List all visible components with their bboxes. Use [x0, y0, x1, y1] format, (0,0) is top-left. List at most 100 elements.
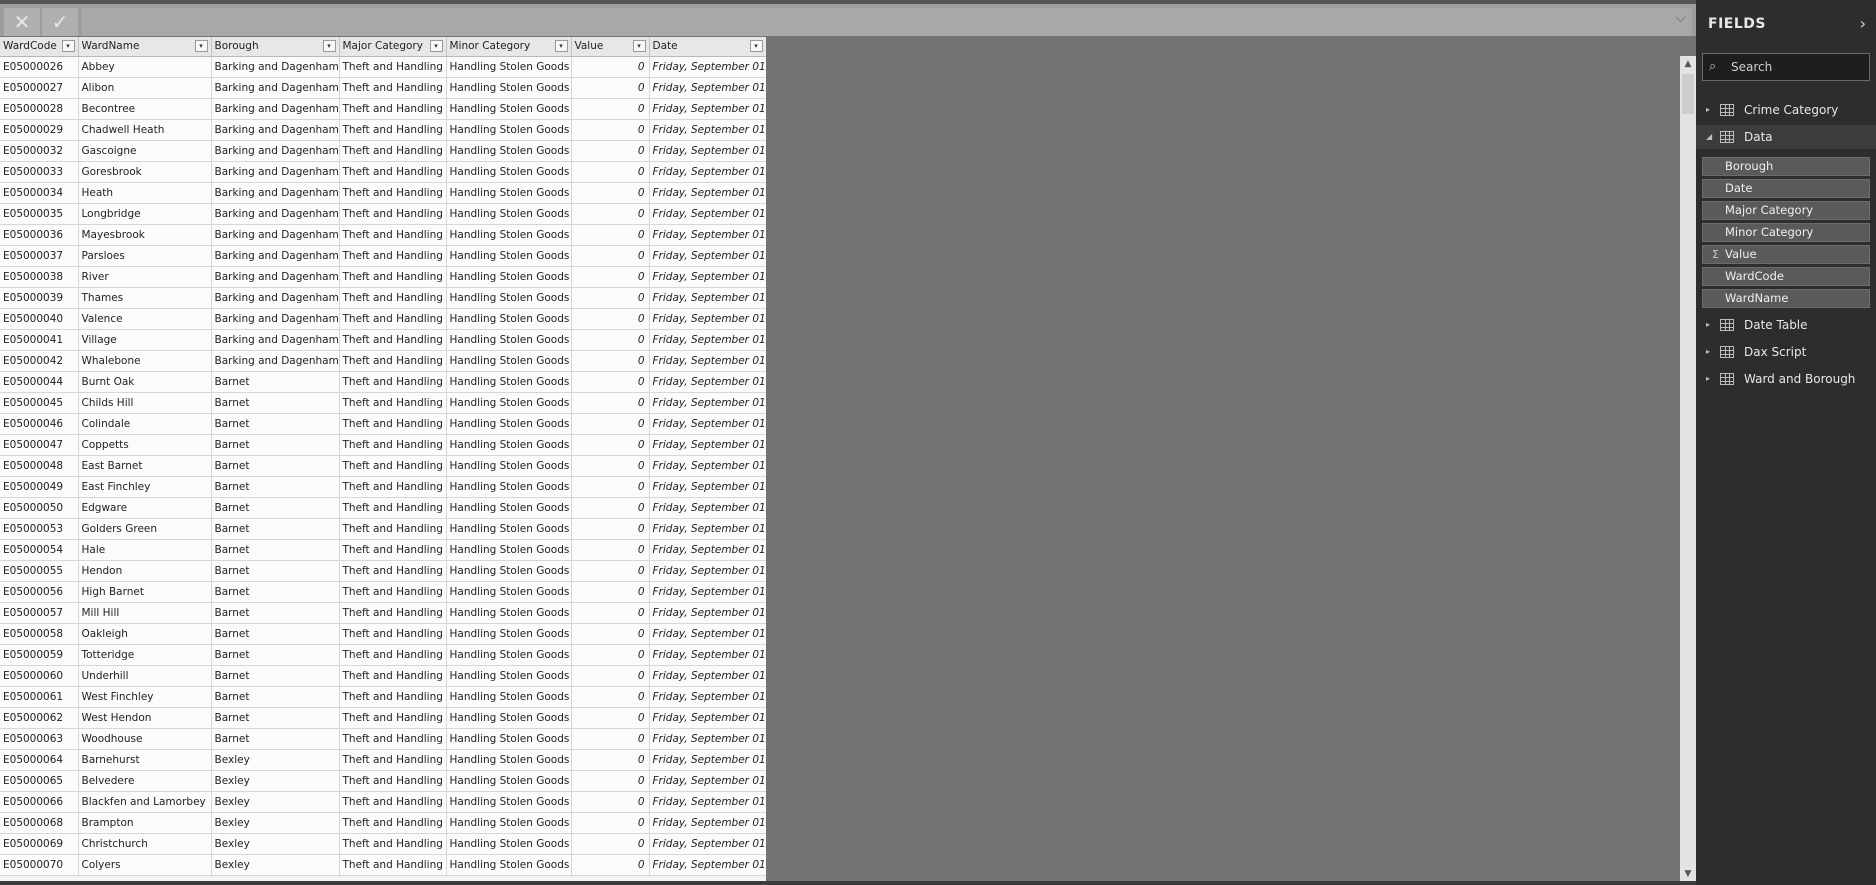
cell-major[interactable]: Theft and Handling — [339, 329, 447, 351]
cell-code[interactable]: E05000066 — [0, 791, 79, 813]
table-row[interactable]: E05000042 Whalebone Barking and Dagenham Th… — [0, 350, 766, 372]
cell-ward[interactable]: Golders Green — [78, 518, 212, 540]
cell-date[interactable]: Friday, September 01, 2017 — [649, 266, 766, 288]
cell-minor[interactable]: Handling Stolen Goods — [446, 602, 572, 624]
cell-value[interactable]: 0 — [571, 371, 650, 393]
filter-dropdown-icon[interactable]: ▾ — [322, 40, 336, 52]
table-row[interactable]: E05000061 West Finchley Barnet Theft and Ha… — [0, 686, 766, 708]
cell-value[interactable]: 0 — [571, 98, 650, 120]
cell-minor[interactable]: Handling Stolen Goods — [446, 728, 572, 750]
cell-borough[interactable]: Barnet — [211, 581, 340, 603]
cell-borough[interactable]: Bexley — [211, 791, 340, 813]
cell-date[interactable]: Friday, September 01, 2017 — [649, 245, 766, 267]
cell-borough[interactable]: Barnet — [211, 686, 340, 708]
table-row[interactable]: E05000048 East Barnet Barnet Theft and Hand… — [0, 455, 766, 477]
cell-major[interactable]: Theft and Handling — [339, 791, 447, 813]
cell-major[interactable]: Theft and Handling — [339, 476, 447, 498]
cell-minor[interactable]: Handling Stolen Goods — [446, 413, 572, 435]
table-row[interactable]: E05000038 River Barking and Dagenham Theft … — [0, 266, 766, 288]
cell-major[interactable]: Theft and Handling — [339, 434, 447, 456]
cell-borough[interactable]: Barking and Dagenham — [211, 77, 340, 99]
cell-ward[interactable]: Longbridge — [78, 203, 212, 225]
commit-formula-button[interactable]: ✓ — [42, 8, 78, 36]
cell-minor[interactable]: Handling Stolen Goods — [446, 140, 572, 162]
table-row[interactable]: E05000069 Christchurch Bexley Theft and Han… — [0, 833, 766, 855]
cell-borough[interactable]: Barnet — [211, 707, 340, 729]
table-row[interactable]: E05000065 Belvedere Bexley Theft and Handli… — [0, 770, 766, 792]
table-row[interactable]: E05000068 Brampton Bexley Theft and Handlin… — [0, 812, 766, 834]
cell-borough[interactable]: Bexley — [211, 770, 340, 792]
cell-ward[interactable]: Hendon — [78, 560, 212, 582]
cell-code[interactable]: E05000069 — [0, 833, 79, 855]
cell-major[interactable]: Theft and Handling — [339, 119, 447, 141]
cell-borough[interactable]: Bexley — [211, 854, 340, 876]
fields-search-box[interactable]: ⌕ — [1702, 53, 1870, 81]
cell-ward[interactable]: Underhill — [78, 665, 212, 687]
field-major-category[interactable]: Major Category — [1702, 201, 1870, 220]
cell-value[interactable]: 0 — [571, 77, 650, 99]
cell-minor[interactable]: Handling Stolen Goods — [446, 371, 572, 393]
cell-major[interactable]: Theft and Handling — [339, 350, 447, 372]
cell-code[interactable]: E05000047 — [0, 434, 79, 456]
cell-major[interactable]: Theft and Handling — [339, 224, 447, 246]
cell-borough[interactable]: Barking and Dagenham — [211, 161, 340, 183]
cell-code[interactable]: E05000039 — [0, 287, 79, 309]
cell-code[interactable]: E05000062 — [0, 707, 79, 729]
cell-value[interactable]: 0 — [571, 539, 650, 561]
cell-minor[interactable]: Handling Stolen Goods — [446, 665, 572, 687]
cell-date[interactable]: Friday, September 01, 2017 — [649, 371, 766, 393]
cell-major[interactable]: Theft and Handling — [339, 455, 447, 477]
cell-ward[interactable]: Oakleigh — [78, 623, 212, 645]
table-row[interactable]: E05000049 East Finchley Barnet Theft and Ha… — [0, 476, 766, 498]
cell-code[interactable]: E05000032 — [0, 140, 79, 162]
cancel-formula-button[interactable]: ✕ — [4, 8, 40, 36]
table-row[interactable]: E05000070 Colyers Bexley Theft and Handling… — [0, 854, 766, 876]
cell-borough[interactable]: Bexley — [211, 749, 340, 771]
cell-value[interactable]: 0 — [571, 476, 650, 498]
cell-value[interactable]: 0 — [571, 329, 650, 351]
fields-search-input[interactable] — [1731, 58, 1861, 76]
field-table-data[interactable]: ◢ Data — [1696, 125, 1876, 149]
table-row[interactable]: E05000050 Edgware Barnet Theft and Handling… — [0, 497, 766, 519]
cell-value[interactable]: 0 — [571, 770, 650, 792]
cell-ward[interactable]: Hale — [78, 539, 212, 561]
table-row[interactable]: E05000029 Chadwell Heath Barking and Dagen… — [0, 119, 766, 141]
table-row[interactable]: E05000040 Valence Barking and Dagenham Thef… — [0, 308, 766, 330]
scroll-down-icon[interactable]: ▼ — [1680, 866, 1696, 882]
cell-ward[interactable]: Becontree — [78, 98, 212, 120]
cell-minor[interactable]: Handling Stolen Goods — [446, 791, 572, 813]
field-wardname[interactable]: WardName — [1702, 289, 1870, 308]
cell-date[interactable]: Friday, September 01, 2017 — [649, 455, 766, 477]
table-row[interactable]: E05000027 Alibon Barking and Dagenham Theft… — [0, 77, 766, 99]
table-row[interactable]: E05000036 Mayesbrook Barking and Dagenham T… — [0, 224, 766, 246]
column-header-major-category[interactable]: Major Category ▾ — [339, 37, 447, 57]
table-row[interactable]: E05000057 Mill Hill Barnet Theft and Handli… — [0, 602, 766, 624]
cell-major[interactable]: Theft and Handling — [339, 560, 447, 582]
cell-major[interactable]: Theft and Handling — [339, 266, 447, 288]
cell-date[interactable]: Friday, September 01, 2017 — [649, 770, 766, 792]
cell-code[interactable]: E05000057 — [0, 602, 79, 624]
cell-code[interactable]: E05000037 — [0, 245, 79, 267]
cell-borough[interactable]: Barnet — [211, 644, 340, 666]
cell-date[interactable]: Friday, September 01, 2017 — [649, 329, 766, 351]
cell-borough[interactable]: Barnet — [211, 434, 340, 456]
table-row[interactable]: E05000037 Parsloes Barking and Dagenham The… — [0, 245, 766, 267]
table-row[interactable]: E05000041 Village Barking and Dagenham Thef… — [0, 329, 766, 351]
cell-major[interactable]: Theft and Handling — [339, 56, 447, 78]
cell-value[interactable]: 0 — [571, 728, 650, 750]
cell-date[interactable]: Friday, September 01, 2017 — [649, 77, 766, 99]
cell-code[interactable]: E05000033 — [0, 161, 79, 183]
table-row[interactable]: E05000028 Becontree Barking and Dagenham Th… — [0, 98, 766, 120]
cell-ward[interactable]: Colindale — [78, 413, 212, 435]
cell-code[interactable]: E05000065 — [0, 770, 79, 792]
cell-date[interactable]: Friday, September 01, 2017 — [649, 203, 766, 225]
table-row[interactable]: E05000045 Childs Hill Barnet Theft and Hand… — [0, 392, 766, 414]
cell-date[interactable]: Friday, September 01, 2017 — [649, 728, 766, 750]
cell-value[interactable]: 0 — [571, 56, 650, 78]
cell-major[interactable]: Theft and Handling — [339, 245, 447, 267]
cell-value[interactable]: 0 — [571, 749, 650, 771]
table-row[interactable]: E05000034 Heath Barking and Dagenham Theft … — [0, 182, 766, 204]
cell-code[interactable]: E05000055 — [0, 560, 79, 582]
cell-borough[interactable]: Barnet — [211, 728, 340, 750]
cell-ward[interactable]: East Barnet — [78, 455, 212, 477]
